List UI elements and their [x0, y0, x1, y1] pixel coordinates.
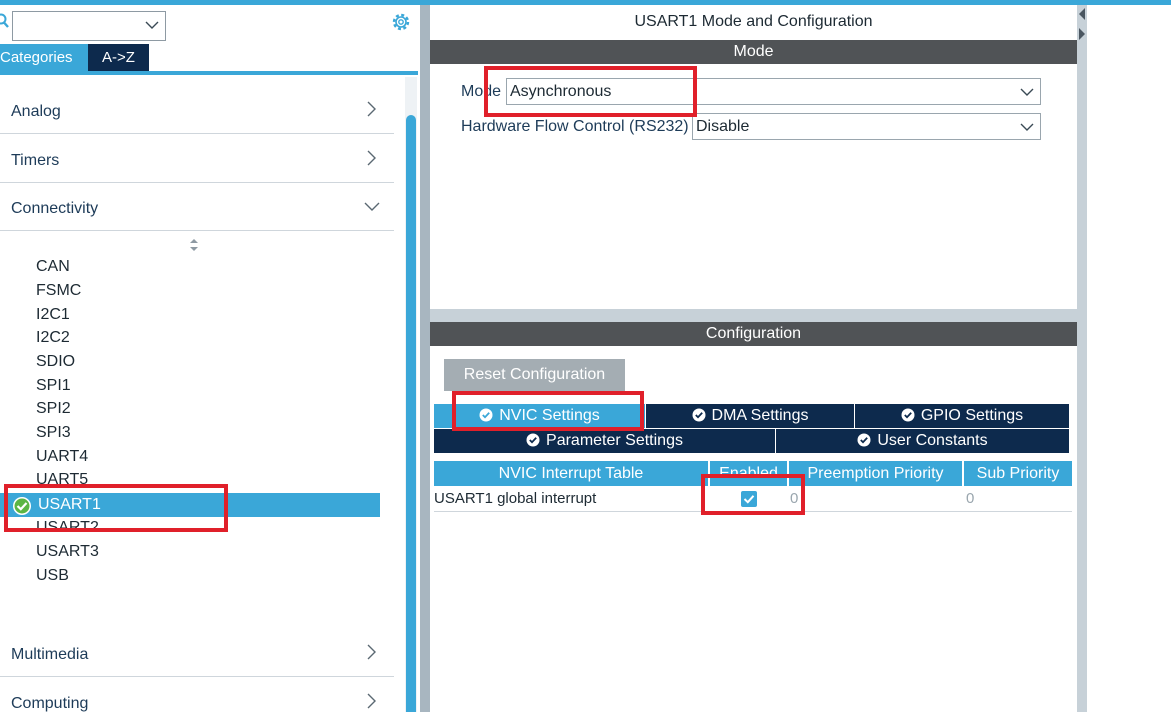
check-circle-icon: [692, 408, 706, 422]
flow-control-label: Hardware Flow Control (RS232): [461, 118, 689, 135]
section-multimedia[interactable]: Multimedia: [0, 629, 394, 677]
reset-configuration-button[interactable]: Reset Configuration: [444, 359, 625, 391]
chevron-right-icon: [367, 101, 376, 117]
tab-dma-settings[interactable]: DMA Settings: [646, 404, 854, 428]
peripheral-item-i2c1[interactable]: I2C1: [36, 306, 70, 324]
gear-icon[interactable]: [390, 11, 412, 33]
flow-control-select[interactable]: Disable: [692, 113, 1041, 140]
section-label: Computing: [11, 695, 89, 712]
chevron-down-icon: [364, 202, 380, 211]
flow-control-value: Disable: [696, 118, 750, 135]
interrupt-name: USART1 global interrupt: [434, 490, 597, 507]
mode-select[interactable]: Asynchronous: [506, 78, 1041, 105]
enabled-checkbox[interactable]: [741, 491, 757, 507]
configuration-section-header: Configuration: [430, 322, 1077, 346]
mode-section: Mode Asynchronous Hardware Flow Control …: [430, 64, 1077, 309]
peripheral-item-uart5[interactable]: UART5: [36, 471, 88, 489]
panel-splitter[interactable]: [420, 5, 430, 712]
chevron-right-icon: [367, 693, 376, 709]
tab-parameter-settings[interactable]: Parameter Settings: [434, 429, 775, 453]
peripheral-item-usb[interactable]: USB: [36, 567, 69, 585]
tab-label: DMA Settings: [711, 407, 809, 424]
sidebar-scrollbar-thumb[interactable]: [406, 115, 416, 712]
tab-categories[interactable]: Categories: [0, 44, 88, 71]
peripheral-item-i2c2[interactable]: I2C2: [36, 329, 70, 347]
tab-label: NVIC Settings: [499, 407, 600, 424]
sub-priority-value[interactable]: 0: [966, 490, 974, 507]
tab-label: User Constants: [877, 432, 988, 449]
configuration-section: Reset Configuration NVIC Settings DMA Se…: [430, 346, 1077, 712]
section-computing[interactable]: Computing: [0, 678, 394, 712]
peripheral-item-spi1[interactable]: SPI1: [36, 377, 71, 395]
tab-user-constants[interactable]: User Constants: [776, 429, 1069, 453]
tab-underline: [0, 71, 418, 75]
check-circle-icon: [526, 433, 540, 447]
peripheral-item-usart2[interactable]: USART2: [36, 519, 99, 537]
tab-nvic-settings[interactable]: NVIC Settings: [434, 404, 645, 428]
column-header-preemption[interactable]: Preemption Priority: [789, 461, 962, 486]
collapse-strip[interactable]: [1077, 5, 1087, 712]
peripheral-item-spi2[interactable]: SPI2: [36, 400, 71, 418]
sort-arrows-icon[interactable]: [188, 238, 200, 252]
check-circle-icon: [857, 433, 871, 447]
expand-right-icon[interactable]: [1078, 28, 1086, 40]
tab-label: GPIO Settings: [920, 407, 1024, 424]
checkmark-icon: [743, 495, 755, 504]
mode-value: Asynchronous: [510, 83, 612, 100]
chevron-down-icon: [145, 21, 159, 29]
tab-gpio-settings[interactable]: GPIO Settings: [855, 404, 1069, 428]
section-label: Connectivity: [11, 200, 99, 217]
section-label: Multimedia: [11, 646, 89, 663]
check-circle-icon: [479, 408, 493, 422]
chevron-right-icon: [367, 150, 376, 166]
peripheral-item-spi3[interactable]: SPI3: [36, 424, 71, 442]
tab-label: Parameter Settings: [546, 432, 683, 449]
search-combobox[interactable]: [12, 11, 166, 41]
peripheral-item-usart3[interactable]: USART3: [36, 543, 99, 561]
section-label: Timers: [11, 152, 60, 169]
peripheral-item-uart4[interactable]: UART4: [36, 448, 88, 466]
check-circle-icon: [901, 408, 915, 422]
search-icon[interactable]: [0, 13, 10, 29]
column-header-sub-priority[interactable]: Sub Priority: [964, 461, 1072, 486]
mode-section-header: Mode: [430, 40, 1077, 64]
collapse-left-icon[interactable]: [1078, 8, 1086, 20]
peripheral-item-sdio[interactable]: SDIO: [36, 353, 75, 371]
left-panel: Categories A->Z Analog Timers Connectivi…: [0, 5, 420, 712]
mode-label: Mode: [461, 83, 502, 100]
check-circle-icon: [13, 497, 31, 515]
chevron-right-icon: [367, 644, 376, 660]
column-header-enabled[interactable]: Enabled: [710, 461, 787, 486]
section-label: Analog: [11, 103, 61, 120]
section-separator: [430, 309, 1077, 323]
section-timers[interactable]: Timers: [0, 135, 394, 183]
chevron-down-icon: [1020, 88, 1034, 96]
peripheral-item-can[interactable]: CAN: [36, 258, 70, 276]
peripheral-item-fsmc[interactable]: FSMC: [36, 282, 81, 300]
peripheral-item-usart1[interactable]: USART1: [0, 493, 380, 517]
chevron-down-icon: [1020, 123, 1034, 131]
section-connectivity[interactable]: Connectivity: [0, 183, 394, 231]
category-tabs: Categories A->Z: [0, 44, 149, 71]
page-title: USART1 Mode and Configuration: [634, 13, 873, 30]
tab-a-to-z[interactable]: A->Z: [88, 44, 149, 71]
peripheral-label: USART1: [38, 496, 101, 513]
column-header-interrupt[interactable]: NVIC Interrupt Table: [434, 461, 708, 486]
preemption-priority-value[interactable]: 0: [790, 490, 798, 507]
table-row[interactable]: USART1 global interrupt 0 0: [434, 486, 1072, 512]
section-analog[interactable]: Analog: [0, 86, 394, 134]
config-panel: USART1 Mode and Configuration Mode Mode …: [430, 5, 1077, 712]
